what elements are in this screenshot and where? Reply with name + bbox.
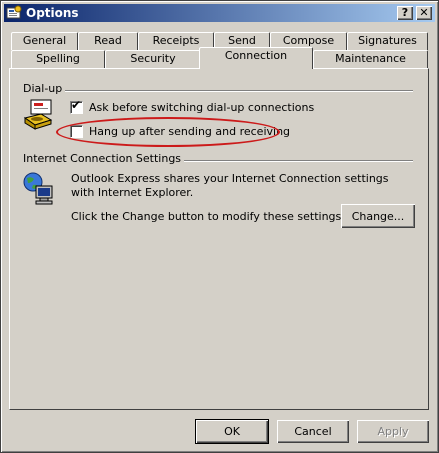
window-title: Options (26, 6, 79, 20)
checkmark-icon: ✔ (71, 98, 82, 112)
tab-signatures[interactable]: Signatures (347, 32, 428, 50)
internet-settings-description: Outlook Express shares your Internet Con… (71, 172, 389, 199)
apply-button[interactable]: Apply (357, 420, 429, 443)
help-button[interactable]: ? (397, 6, 413, 20)
ask-before-switching-checkbox[interactable]: ✔ (70, 98, 83, 114)
ask-before-switching-label[interactable]: Ask before switching dial-up connections (89, 101, 314, 114)
ok-button[interactable]: OK (195, 419, 269, 444)
tab-read[interactable]: Read (78, 32, 138, 50)
close-button[interactable]: ✕ (416, 6, 432, 20)
dialup-group-label: Dial-up (23, 82, 66, 95)
tab-spelling[interactable]: Spelling (11, 50, 105, 68)
internet-settings-instruction: Click the Change button to modify these … (71, 210, 345, 223)
internet-group-label: Internet Connection Settings (23, 152, 185, 165)
dialup-modem-icon (23, 99, 53, 130)
tab-general[interactable]: General (11, 32, 78, 50)
tab-security[interactable]: Security (105, 50, 201, 68)
tab-maintenance[interactable]: Maintenance (313, 50, 428, 68)
outlook-options-icon (6, 5, 22, 19)
cancel-button[interactable]: Cancel (277, 420, 349, 443)
internet-globe-computer-icon (23, 172, 53, 205)
dialup-divider (59, 90, 413, 92)
title-bar[interactable]: Options ? ✕ (4, 4, 435, 22)
change-button[interactable]: Change... (341, 204, 415, 228)
internet-divider (161, 160, 413, 162)
options-dialog: Options ? ✕ General Read Receipts Send C… (0, 0, 439, 453)
red-annotation-oval (56, 117, 280, 147)
tab-connection[interactable]: Connection (199, 47, 313, 69)
